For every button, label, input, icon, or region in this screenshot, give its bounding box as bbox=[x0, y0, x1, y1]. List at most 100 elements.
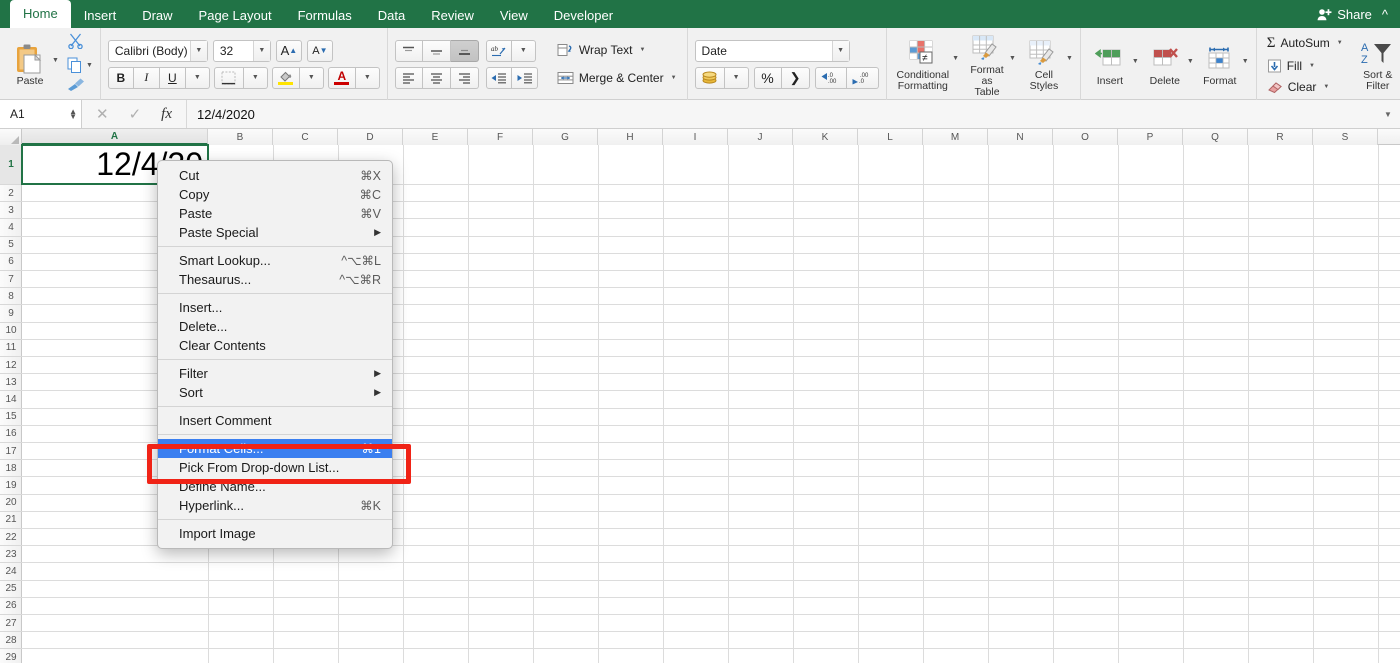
percent-style-button[interactable]: % bbox=[754, 67, 782, 89]
align-top-button[interactable] bbox=[395, 40, 423, 62]
ribbon-tab-formulas[interactable]: Formulas bbox=[285, 4, 365, 28]
column-header-I[interactable]: I bbox=[663, 129, 728, 145]
ribbon-tab-draw[interactable]: Draw bbox=[129, 4, 185, 28]
column-header-R[interactable]: R bbox=[1248, 129, 1313, 145]
select-all-corner[interactable] bbox=[0, 129, 22, 145]
column-header-L[interactable]: L bbox=[858, 129, 923, 145]
row-header-25[interactable]: 25 bbox=[0, 581, 22, 598]
row-header-23[interactable]: 23 bbox=[0, 546, 22, 563]
row-header-19[interactable]: 19 bbox=[0, 477, 22, 494]
cell-styles-dropdown-caret[interactable]: ▼ bbox=[1066, 55, 1073, 62]
chevron-down-icon[interactable]: ▼ bbox=[253, 41, 270, 61]
context-menu-item-cut[interactable]: Cut⌘X bbox=[158, 166, 392, 185]
orientation-button[interactable]: ab bbox=[486, 40, 512, 62]
chevron-down-icon[interactable]: ▼ bbox=[832, 41, 849, 61]
row-header-3[interactable]: 3 bbox=[0, 202, 22, 219]
context-menu-item-import-image[interactable]: Import Image bbox=[158, 524, 392, 543]
column-header-S[interactable]: S bbox=[1313, 129, 1378, 145]
context-menu-item-paste[interactable]: Paste⌘V bbox=[158, 204, 392, 223]
context-menu-item-copy[interactable]: Copy⌘C bbox=[158, 185, 392, 204]
row-header-20[interactable]: 20 bbox=[0, 495, 22, 512]
check-icon[interactable]: ✓ bbox=[129, 105, 142, 123]
decrease-decimal-button[interactable]: .0 .00 bbox=[815, 67, 847, 89]
row-header-4[interactable]: 4 bbox=[0, 219, 22, 236]
context-menu-item-clear-contents[interactable]: Clear Contents bbox=[158, 336, 392, 355]
sort-filter-button[interactable]: A Z Sort & Filter bbox=[1356, 34, 1400, 94]
ribbon-tab-insert[interactable]: Insert bbox=[71, 4, 130, 28]
currency-button[interactable] bbox=[695, 67, 725, 89]
wrap-text-dropdown-caret[interactable]: ▼ bbox=[639, 47, 645, 53]
ribbon-tab-data[interactable]: Data bbox=[365, 4, 418, 28]
row-header-28[interactable]: 28 bbox=[0, 632, 22, 649]
column-header-K[interactable]: K bbox=[793, 129, 858, 145]
context-menu-item-thesaurus[interactable]: Thesaurus...^⌥⌘R bbox=[158, 270, 392, 289]
clear-dropdown-caret[interactable]: ▼ bbox=[1323, 84, 1329, 90]
font-color-button[interactable]: A bbox=[328, 67, 356, 89]
column-header-C[interactable]: C bbox=[273, 129, 338, 145]
column-header-B[interactable]: B bbox=[208, 129, 273, 145]
format-as-table-dropdown-caret[interactable]: ▼ bbox=[1009, 55, 1016, 62]
align-left-button[interactable] bbox=[395, 67, 423, 89]
paste-dropdown-caret[interactable]: ▼ bbox=[52, 57, 59, 64]
row-header-21[interactable]: 21 bbox=[0, 512, 22, 529]
delete-cells-dropdown-caret[interactable]: ▼ bbox=[1187, 58, 1194, 65]
chevron-up-icon[interactable]: ^ bbox=[1382, 7, 1390, 22]
delete-cells-button[interactable]: Delete bbox=[1143, 40, 1187, 89]
context-menu-item-format-cells[interactable]: Format Cells...⌘1 bbox=[158, 439, 392, 458]
cell-context-menu[interactable]: Cut⌘XCopy⌘CPaste⌘VPaste Special▶Smart Lo… bbox=[157, 160, 393, 549]
row-header-13[interactable]: 13 bbox=[0, 374, 22, 391]
name-box[interactable]: A1 ▲▼ bbox=[0, 100, 82, 128]
borders-button[interactable] bbox=[214, 67, 244, 89]
column-header-E[interactable]: E bbox=[403, 129, 468, 145]
column-header-O[interactable]: O bbox=[1053, 129, 1118, 145]
column-header-F[interactable]: F bbox=[468, 129, 533, 145]
format-painter-button[interactable] bbox=[67, 77, 93, 97]
cell-styles-button[interactable]: Cell Styles bbox=[1022, 34, 1066, 94]
column-header-G[interactable]: G bbox=[533, 129, 598, 145]
align-center-button[interactable] bbox=[423, 67, 451, 89]
number-format-combo[interactable]: Date ▼ bbox=[695, 40, 850, 62]
ribbon-tab-view[interactable]: View bbox=[487, 4, 541, 28]
chevron-down-icon[interactable]: ▼ bbox=[1376, 110, 1400, 119]
context-menu-item-define-name[interactable]: Define Name... bbox=[158, 477, 392, 496]
conditional-formatting-button[interactable]: ≠ Conditional Formatting bbox=[894, 34, 953, 94]
orientation-dropdown-caret[interactable]: ▼ bbox=[512, 40, 536, 62]
ribbon-tab-review[interactable]: Review bbox=[418, 4, 487, 28]
row-header-16[interactable]: 16 bbox=[0, 426, 22, 443]
row-header-2[interactable]: 2 bbox=[0, 185, 22, 202]
column-header-A[interactable]: A bbox=[22, 129, 208, 145]
autosum-dropdown-caret[interactable]: ▼ bbox=[1337, 40, 1343, 46]
ribbon-tab-developer[interactable]: Developer bbox=[541, 4, 626, 28]
wrap-text-button[interactable]: Wrap Text ▼ bbox=[554, 41, 680, 59]
row-header-26[interactable]: 26 bbox=[0, 598, 22, 615]
row-header-5[interactable]: 5 bbox=[0, 237, 22, 254]
insert-cells-dropdown-caret[interactable]: ▼ bbox=[1132, 58, 1139, 65]
row-header-9[interactable]: 9 bbox=[0, 305, 22, 322]
merge-center-dropdown-caret[interactable]: ▼ bbox=[671, 75, 677, 81]
context-menu-item-filter[interactable]: Filter▶ bbox=[158, 364, 392, 383]
name-box-stepper[interactable]: ▲▼ bbox=[69, 109, 77, 119]
italic-button[interactable]: I bbox=[134, 67, 160, 89]
format-cells-dropdown-caret[interactable]: ▼ bbox=[1242, 58, 1249, 65]
context-menu-item-insert[interactable]: Insert... bbox=[158, 298, 392, 317]
formula-input[interactable]: 12/4/2020 bbox=[186, 100, 1376, 128]
paste-button[interactable]: Paste bbox=[8, 40, 52, 89]
grow-font-button[interactable]: A▲ bbox=[276, 40, 302, 62]
align-right-button[interactable] bbox=[451, 67, 479, 89]
copy-dropdown-caret[interactable]: ▼ bbox=[86, 62, 93, 69]
context-menu-item-smart-lookup[interactable]: Smart Lookup...^⌥⌘L bbox=[158, 251, 392, 270]
ribbon-tab-page-layout[interactable]: Page Layout bbox=[186, 4, 285, 28]
column-header-H[interactable]: H bbox=[598, 129, 663, 145]
column-header-N[interactable]: N bbox=[988, 129, 1053, 145]
fill-color-button[interactable] bbox=[272, 67, 300, 89]
format-as-table-button[interactable]: Format as Table bbox=[965, 29, 1009, 100]
row-header-17[interactable]: 17 bbox=[0, 443, 22, 460]
context-menu-item-insert-comment[interactable]: Insert Comment bbox=[158, 411, 392, 430]
format-cells-ribbon-button[interactable]: Format bbox=[1198, 40, 1242, 89]
comma-style-button[interactable]: ❯ bbox=[782, 67, 810, 89]
align-bottom-button[interactable] bbox=[451, 40, 479, 62]
fx-icon[interactable]: fx bbox=[161, 106, 172, 123]
row-header-18[interactable]: 18 bbox=[0, 460, 22, 477]
row-header-8[interactable]: 8 bbox=[0, 288, 22, 305]
close-icon[interactable]: ✕ bbox=[96, 105, 109, 123]
